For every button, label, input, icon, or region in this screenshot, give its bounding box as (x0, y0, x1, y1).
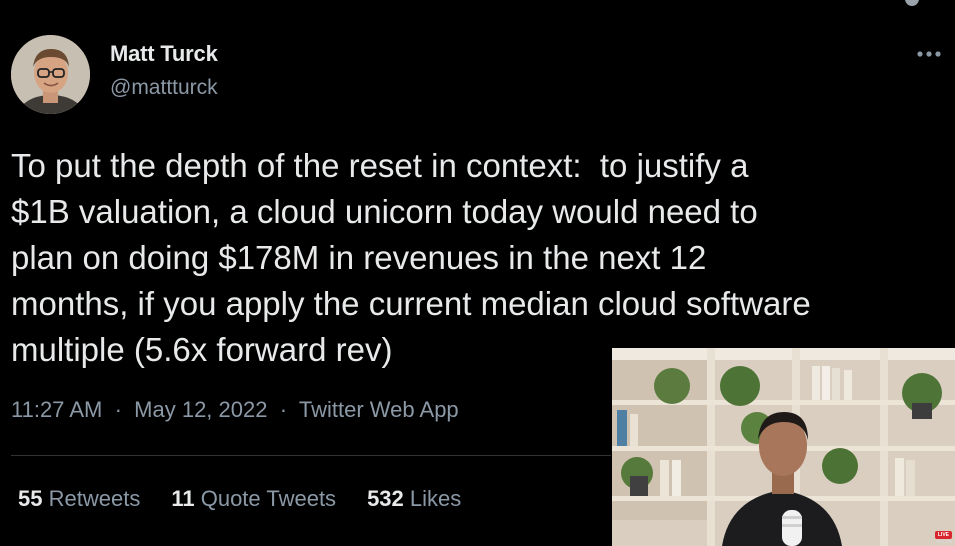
author-avatar-image (11, 35, 90, 114)
retweets-count: 55 (18, 486, 43, 511)
author-handle[interactable]: @mattturck (110, 76, 218, 100)
more-horizontal-icon[interactable] (915, 44, 943, 64)
tweet-metadata: 11:27 AM · May 12, 2022 · Twitter Web Ap… (11, 397, 459, 423)
author-name[interactable]: Matt Turck (110, 41, 218, 67)
live-badge: LIVE (934, 531, 952, 539)
video-frame-image (612, 348, 955, 546)
corner-icon (905, 0, 919, 6)
quote-tweets-count: 11 (171, 486, 195, 511)
tweet-text: To put the depth of the reset in context… (11, 147, 811, 368)
video-watermark: ALL-IN (936, 539, 952, 545)
meta-separator-2: · (279, 397, 288, 422)
tweet-date[interactable]: May 12, 2022 (134, 397, 267, 422)
likes-stat[interactable]: 532 Likes (367, 486, 461, 512)
likes-count: 532 (367, 486, 404, 511)
stats-divider (11, 455, 611, 456)
likes-label: Likes (409, 486, 462, 511)
tweet-time[interactable]: 11:27 AM (11, 397, 102, 422)
author-avatar[interactable] (11, 35, 90, 114)
tweet-stats: 55 Retweets 11 Quote Tweets 532 Likes (18, 486, 461, 512)
tweet-source[interactable]: Twitter Web App (299, 397, 459, 422)
quote-tweets-stat[interactable]: 11 Quote Tweets (171, 486, 336, 512)
quote-tweets-label: Quote Tweets (200, 486, 337, 511)
video-overlay[interactable]: LIVE ALL-IN (612, 348, 955, 546)
retweets-stat[interactable]: 55 Retweets (18, 486, 140, 512)
retweets-label: Retweets (48, 486, 141, 511)
meta-separator: · (114, 397, 122, 422)
